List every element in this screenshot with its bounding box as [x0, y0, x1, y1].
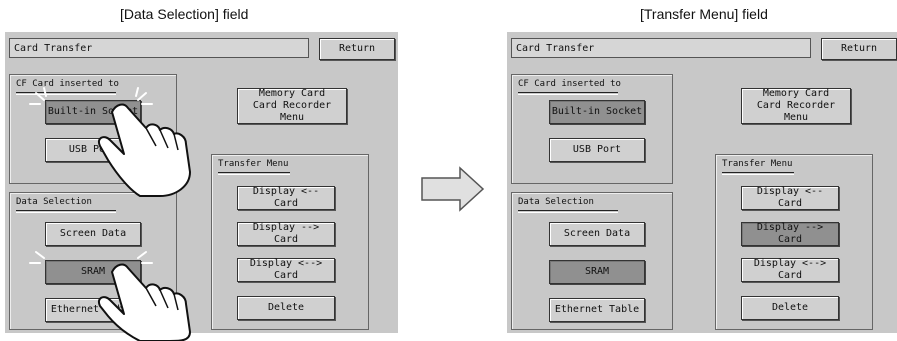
right-cf-group-label: CF Card inserted to: [518, 79, 621, 89]
left-card-recorder-label: Card Recorder Menu: [252, 100, 332, 123]
right-sram-button[interactable]: SRAM: [549, 260, 645, 284]
left-memory-card-button[interactable]: Memory Card Card Recorder Menu: [237, 88, 347, 124]
left-return-button[interactable]: Return: [319, 38, 395, 60]
right-ethernet-table-button[interactable]: Ethernet Table: [549, 298, 645, 322]
caption-data-selection: [Data Selection] field: [120, 6, 249, 22]
left-cf-group-label: CF Card inserted to: [16, 79, 119, 89]
right-title-bar: Card Transfer: [511, 38, 811, 58]
right-cf-card-group: CF Card inserted to: [511, 74, 673, 184]
right-display-from-card-button[interactable]: Display <-- Card: [741, 186, 839, 210]
right-transfer-group-label: Transfer Menu: [722, 159, 793, 169]
right-delete-button[interactable]: Delete: [741, 296, 839, 320]
right-display-to-card-button[interactable]: Display --> Card: [741, 222, 839, 246]
left-data-group-label: Data Selection: [16, 197, 92, 207]
left-memory-card-label: Memory Card: [258, 88, 326, 99]
left-ethernet-table-button[interactable]: Ethernet Table: [45, 298, 141, 322]
left-display-from-card-button[interactable]: Display <-- Card: [237, 186, 335, 210]
left-title-bar: Card Transfer: [9, 38, 309, 58]
right-builtin-socket-button[interactable]: Built-in Socket: [549, 100, 645, 124]
right-usb-port-button[interactable]: USB Port: [549, 138, 645, 162]
left-screen-data-button[interactable]: Screen Data: [45, 222, 141, 246]
left-display-to-card-button[interactable]: Display --> Card: [237, 222, 335, 246]
right-memory-card-label: Memory Card: [762, 88, 830, 99]
caption-transfer-menu: [Transfer Menu] field: [640, 6, 768, 22]
right-data-group-label: Data Selection: [518, 197, 594, 207]
right-display-both-button[interactable]: Display <--> Card: [741, 258, 839, 282]
right-screen-data-button[interactable]: Screen Data: [549, 222, 645, 246]
left-transfer-group-label: Transfer Menu: [218, 159, 289, 169]
left-sram-button[interactable]: SRAM: [45, 260, 141, 284]
left-card-transfer-screen: Card Transfer Return CF Card inserted to…: [5, 32, 398, 333]
right-return-button[interactable]: Return: [821, 38, 897, 60]
left-cf-card-group: CF Card inserted to: [9, 74, 177, 184]
left-display-both-button[interactable]: Display <--> Card: [237, 258, 335, 282]
right-memory-card-button[interactable]: Memory Card Card Recorder Menu: [741, 88, 851, 124]
left-builtin-socket-button[interactable]: Built-in Socket: [45, 100, 141, 124]
right-arrow-icon: [421, 166, 485, 212]
left-delete-button[interactable]: Delete: [237, 296, 335, 320]
right-card-recorder-label: Card Recorder Menu: [756, 100, 836, 123]
left-usb-port-button[interactable]: USB Port: [45, 138, 141, 162]
right-card-transfer-screen: Card Transfer Return CF Card inserted to…: [507, 32, 897, 333]
